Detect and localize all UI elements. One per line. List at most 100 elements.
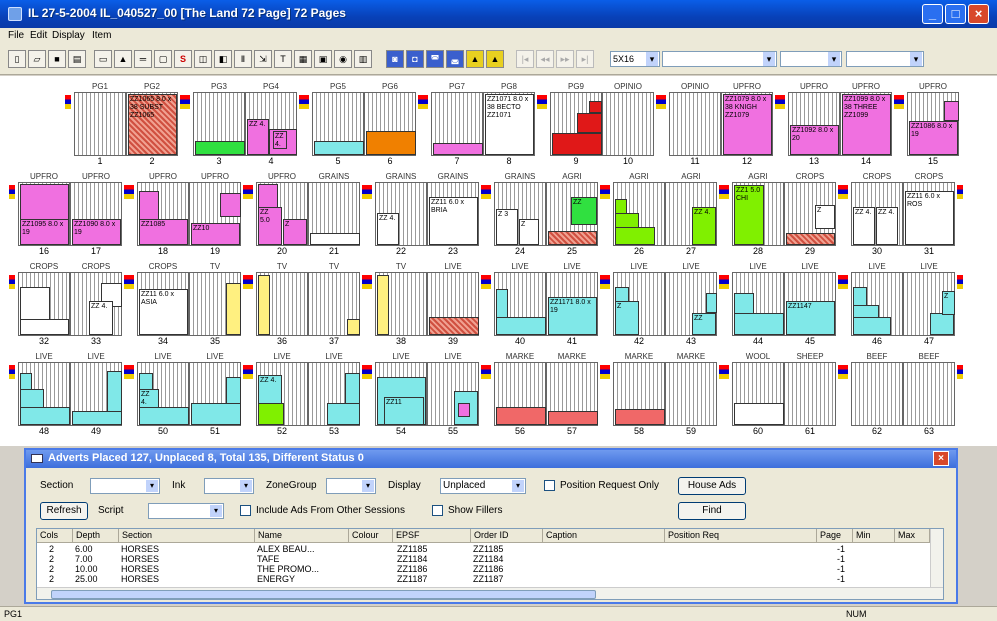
page-thumbnail[interactable] — [732, 362, 784, 426]
ad-block[interactable] — [615, 227, 655, 245]
page-thumbnail[interactable] — [546, 362, 598, 426]
ad-block[interactable] — [552, 133, 602, 155]
filter-select-3[interactable] — [846, 51, 924, 67]
ad-block[interactable] — [615, 409, 665, 425]
page-thumbnail[interactable] — [550, 92, 602, 156]
ad-block[interactable]: ZZ 4. — [247, 119, 269, 155]
view4-icon[interactable]: ◛ — [446, 50, 464, 68]
table-row[interactable]: 2 25.00 HORSES ENERGY ZZ1187 ZZ1187 -1 — [37, 574, 930, 584]
print-icon[interactable]: ▤ — [68, 50, 86, 68]
box-icon[interactable]: ▢ — [154, 50, 172, 68]
col-header-cols[interactable]: Cols — [37, 529, 73, 543]
col-header-colour[interactable]: Colour — [349, 529, 393, 543]
ad-block[interactable] — [548, 231, 597, 245]
ad-block[interactable]: ZZ 5.0 — [258, 207, 282, 245]
ad-block[interactable] — [429, 317, 479, 335]
page-thumbnail[interactable] — [851, 362, 903, 426]
page-thumbnail[interactable]: Z — [784, 182, 836, 246]
page-thumbnail[interactable] — [613, 182, 665, 246]
ad-block[interactable]: Z — [815, 205, 835, 229]
page-thumbnail[interactable]: ZZ 4. — [375, 182, 427, 246]
page-thumbnail[interactable]: ZZ — [546, 182, 598, 246]
filter-select-1[interactable] — [662, 51, 777, 67]
ad-block[interactable]: ZZ1171 8.0 x 19 — [548, 297, 597, 335]
ad-block[interactable] — [589, 101, 602, 113]
ad-block[interactable] — [734, 313, 784, 335]
view2-icon[interactable]: ◘ — [406, 50, 424, 68]
table-row[interactable]: 2 10.00 HORSES THE PROMO... ZZ1186 ZZ1186 -1 — [37, 564, 930, 574]
ad-block[interactable] — [548, 411, 598, 425]
move-icon[interactable]: ⇲ — [254, 50, 272, 68]
next-page-icon[interactable]: ▸▸ — [556, 50, 574, 68]
dialog-close-button[interactable]: × — [933, 451, 949, 466]
merge-icon[interactable]: ◫ — [194, 50, 212, 68]
ad-block[interactable] — [139, 407, 189, 425]
page-thumbnail[interactable]: ZZ11 6.0 x ROS — [903, 182, 955, 246]
open-icon[interactable]: ▱ — [28, 50, 46, 68]
page-thumbnail[interactable]: ZZ 5.0 Z — [256, 182, 308, 246]
ad-block[interactable] — [258, 403, 284, 425]
page-thumbnail[interactable]: ZZ1147 — [784, 272, 836, 336]
ad-block[interactable] — [496, 407, 546, 425]
page-thumbnail[interactable] — [613, 362, 665, 426]
minimize-button[interactable]: _ — [922, 4, 943, 24]
ad-block[interactable] — [577, 113, 602, 133]
ink-select[interactable]: ▾ — [204, 478, 254, 494]
ad-block[interactable]: Z — [283, 219, 307, 245]
ad-block[interactable] — [72, 411, 122, 425]
ad-block[interactable] — [220, 193, 241, 217]
page-thumbnail[interactable]: ZZ1071 8.0 x 38 BECTO ZZ1071 — [483, 92, 535, 156]
page-thumbnail[interactable] — [256, 272, 308, 336]
first-page-icon[interactable]: |◂ — [516, 50, 534, 68]
ad-block[interactable]: ZZ 4. — [876, 207, 898, 245]
col-header-section[interactable]: Section — [119, 529, 255, 543]
ad-block[interactable]: ZZ1071 8.0 x 38 BECTO ZZ1071 — [485, 94, 534, 155]
page-thumbnail[interactable]: ZZ 4. — [70, 272, 122, 336]
ad-block[interactable]: ZZ11 6.0 x ROS — [905, 191, 954, 245]
page-thumbnail[interactable]: ZZ1079 8.0 x 38 KNIGH ZZ1079 — [721, 92, 773, 156]
ad-block[interactable] — [314, 141, 364, 155]
page-thumbnail[interactable]: ZZ11 6.0 x ASIA — [137, 272, 189, 336]
view1-icon[interactable]: ◙ — [386, 50, 404, 68]
text-icon[interactable]: T — [274, 50, 292, 68]
page-thumbnail[interactable]: ZZ 4. ZZ 4. — [851, 182, 903, 246]
page-thumbnail[interactable] — [602, 92, 654, 156]
zoom-select[interactable]: 5X16 — [610, 51, 660, 67]
ad-block[interactable]: ZZ1085 — [139, 219, 188, 245]
page-thumbnail[interactable]: ZZ 4. — [137, 362, 189, 426]
ad-block[interactable]: ZZ10 — [191, 223, 240, 245]
ad-block[interactable]: ZZ 4. — [692, 207, 716, 245]
menu-file[interactable]: File — [8, 30, 24, 41]
ad-block[interactable]: ZZ11 6.0 x BRIA — [429, 197, 478, 245]
col-header-depth[interactable]: Depth — [73, 529, 119, 543]
page-thumbnail[interactable] — [308, 362, 360, 426]
table-row[interactable]: 2 7.00 HORSES TAFE ZZ1184 ZZ1184 -1 — [37, 554, 930, 564]
ad-block[interactable] — [258, 275, 270, 335]
page-thumbnail[interactable] — [732, 272, 784, 336]
page-thumbnail[interactable] — [189, 272, 241, 336]
ad-block[interactable]: ZZ 4. — [89, 301, 113, 335]
page-thumbnail[interactable] — [669, 92, 721, 156]
ad-block[interactable]: ZZ1 5.0 CHI — [734, 185, 764, 245]
house-ads-button[interactable]: House Ads — [678, 477, 746, 495]
ad-block[interactable]: ZZ 4. — [273, 131, 287, 149]
position-request-checkbox[interactable] — [544, 480, 555, 491]
page-thumbnail[interactable]: Z — [613, 272, 665, 336]
ad-block[interactable] — [195, 141, 245, 155]
page-thumbnail[interactable] — [494, 272, 546, 336]
ad-block[interactable] — [327, 403, 360, 425]
section-select[interactable]: ▾ — [90, 478, 160, 494]
col-header-page[interactable]: Page — [817, 529, 853, 543]
page-thumbnail[interactable] — [70, 362, 122, 426]
title-bar[interactable]: IL 27-5-2004 IL_040527_00 [The Land 72 P… — [0, 0, 997, 28]
page-thumbnail[interactable]: ZZ 4. — [665, 182, 717, 246]
col-header-order-id[interactable]: Order ID — [471, 529, 543, 543]
page-thumbnail[interactable] — [364, 92, 416, 156]
page-thumbnail[interactable] — [903, 362, 955, 426]
show-fillers-checkbox[interactable] — [432, 505, 443, 516]
page-thumbnail[interactable]: ZZ1095 8.0 x 19 — [18, 182, 70, 246]
ad-block[interactable] — [433, 143, 483, 155]
page-thumbnail[interactable] — [74, 92, 126, 156]
page-thumbnail[interactable] — [851, 272, 903, 336]
ad-block[interactable]: ZZ1090 8.0 x 19 — [72, 219, 121, 245]
